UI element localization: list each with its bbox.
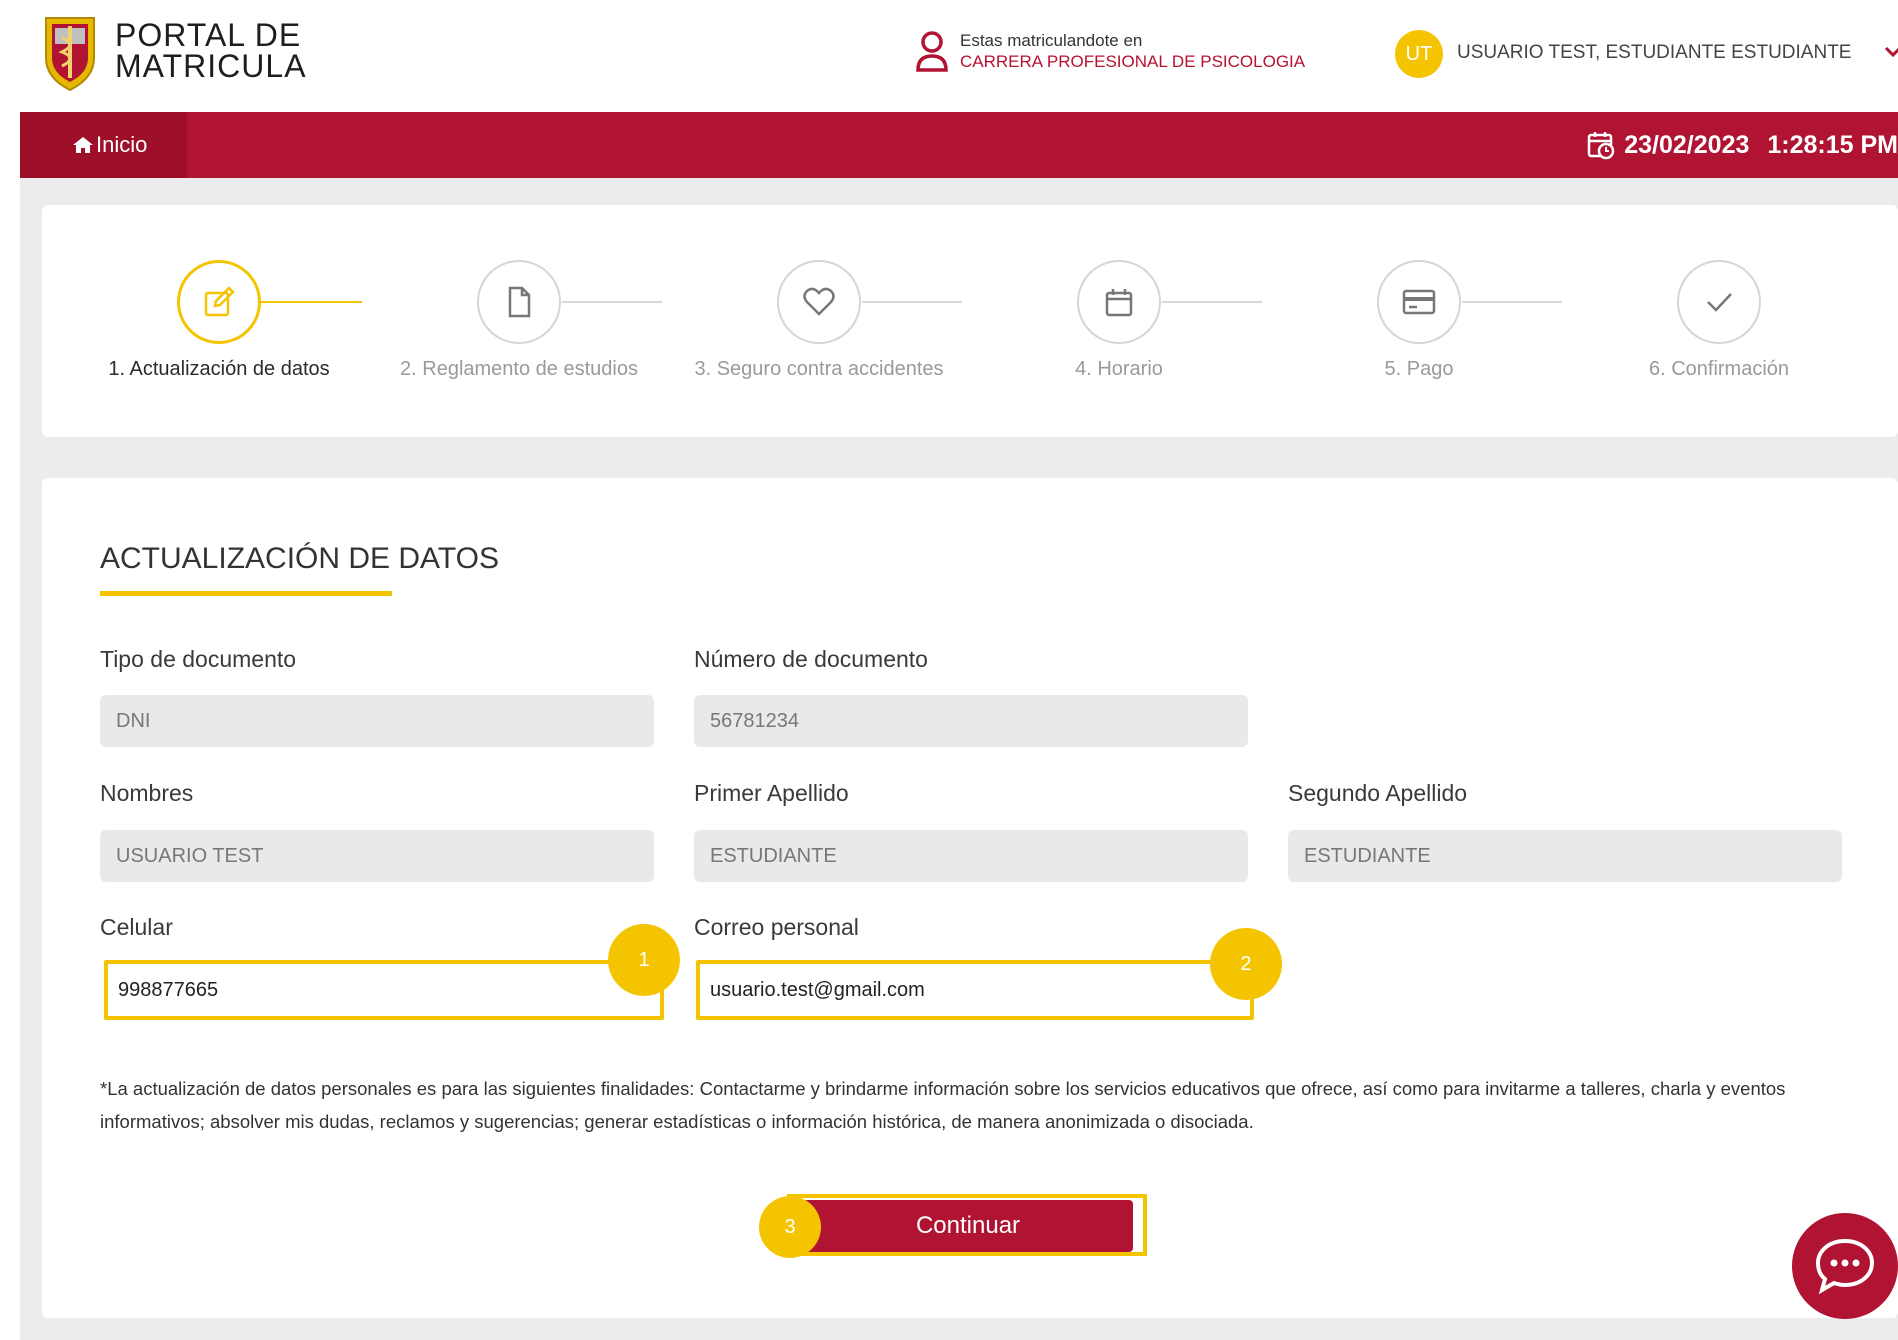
segundo-apellido-label: Segundo Apellido xyxy=(1288,780,1468,806)
step-5-label: 5. Pago xyxy=(1384,358,1454,380)
step-2-circle xyxy=(477,260,561,344)
numero-documento-label: Número de documento xyxy=(694,646,928,672)
data-update-form: ACTUALIZACIÓN DE DATOS Tipo de documento… xyxy=(42,478,1898,1318)
calendar-clock-icon xyxy=(1588,132,1615,160)
step-5-circle xyxy=(1377,260,1461,344)
current-datetime: 23/02/2023 1:28:15 PM xyxy=(1586,112,1898,178)
continue-button[interactable]: Continuar xyxy=(803,1200,1133,1252)
continue-highlight: Continuar xyxy=(787,1194,1147,1256)
step-1-circle[interactable] xyxy=(177,260,261,344)
enrolling-program: CARRERA PROFESIONAL DE PSICOLOGIA xyxy=(960,52,1306,71)
nav-home-label: Inicio xyxy=(96,132,148,157)
enrollment-stepper: 1. Actualización de datos 2. Reglamento … xyxy=(42,205,1898,437)
step-4-label: 4. Horario xyxy=(1075,358,1163,380)
step-6-circle xyxy=(1677,260,1761,344)
chat-button[interactable] xyxy=(1792,1213,1898,1319)
step-4-circle xyxy=(1077,260,1161,344)
numero-documento-field: 56781234 xyxy=(694,695,1248,747)
nombres-field: USUARIO TEST xyxy=(100,830,654,882)
check-icon xyxy=(1707,293,1732,312)
current-time: 1:28:15 PM xyxy=(1767,130,1898,159)
primer-apellido-field: ESTUDIANTE xyxy=(694,830,1248,882)
step-badge-1: 1 xyxy=(608,924,680,996)
main-navbar: Inicio 23/02/2023 1:28:15 PM xyxy=(20,112,1898,178)
step-connector xyxy=(252,301,362,303)
step-3-circle xyxy=(777,260,861,344)
user-name: USUARIO TEST, ESTUDIANTE ESTUDIANTE xyxy=(1457,42,1852,63)
university-logo xyxy=(40,14,100,92)
home-icon xyxy=(73,137,93,153)
current-date: 23/02/2023 xyxy=(1624,130,1750,159)
section-title: ACTUALIZACIÓN DE DATOS xyxy=(100,542,499,575)
credit-card-icon xyxy=(1402,289,1436,315)
calendar-icon xyxy=(1105,289,1133,317)
celular-input[interactable]: 998877665 xyxy=(104,960,664,1020)
title-underline xyxy=(100,591,392,596)
edit-icon xyxy=(204,286,235,317)
enrolling-label: Estas matriculandote en xyxy=(960,31,1143,50)
step-6-label: 6. Confirmación xyxy=(1648,358,1790,380)
brand-line-1: PORTAL DE xyxy=(115,17,302,53)
segundo-apellido-field: ESTUDIANTE xyxy=(1288,830,1842,882)
tipo-documento-label: Tipo de documento xyxy=(100,646,297,672)
celular-label: Celular xyxy=(100,914,173,940)
privacy-note: *La actualización de datos personales es… xyxy=(100,1078,1786,1132)
chat-bubble-icon xyxy=(1815,1238,1875,1295)
correo-label: Correo personal xyxy=(694,914,859,940)
primer-apellido-label: Primer Apellido xyxy=(694,780,849,806)
correo-input[interactable]: usuario.test@gmail.com xyxy=(696,960,1254,1020)
avatar: UT xyxy=(1395,30,1443,78)
step-3-label: 3. Seguro contra accidentes xyxy=(694,358,944,380)
step-2-label: 2. Reglamento de estudios xyxy=(400,358,638,380)
portal-brand[interactable]: PORTAL DE MATRICULA xyxy=(115,17,307,84)
user-outline-icon xyxy=(916,31,948,72)
brand-line-2: MATRICULA xyxy=(115,48,307,84)
document-icon xyxy=(508,286,531,318)
heart-icon xyxy=(803,287,835,316)
chevron-down-icon xyxy=(1884,46,1898,58)
step-badge-2: 2 xyxy=(1210,928,1282,1000)
nombres-label: Nombres xyxy=(100,780,194,806)
nav-home-link[interactable]: Inicio xyxy=(20,112,187,178)
step-badge-3: 3 xyxy=(759,1196,821,1258)
top-header: PORTAL DE MATRICULA Estas matriculandote… xyxy=(20,0,1898,112)
step-1-label: 1. Actualización de datos xyxy=(108,358,330,380)
tipo-documento-field: DNI xyxy=(100,695,654,747)
